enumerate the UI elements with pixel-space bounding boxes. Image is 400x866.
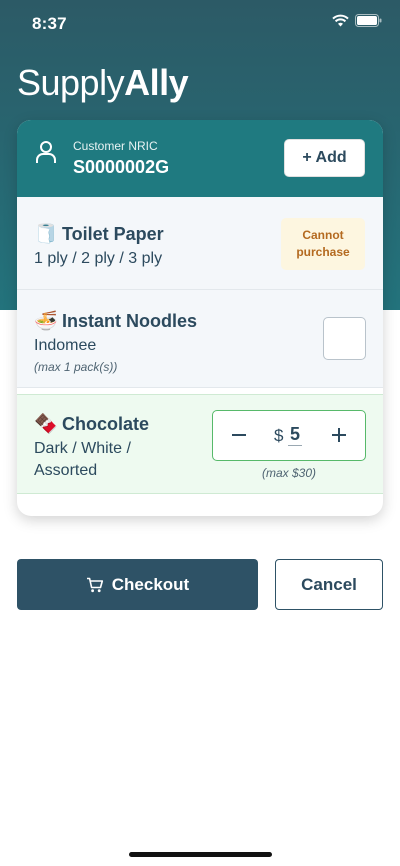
amount-stepper: $ 5 [212, 410, 366, 461]
status-bar: 8:37 [0, 0, 400, 48]
item-description: 1 ply / 2 ply / 3 ply [34, 250, 163, 267]
currency-symbol: $ [274, 426, 284, 445]
toilet-paper-icon: 🧻 [34, 224, 58, 245]
battery-icon [355, 14, 382, 27]
customer-header: Customer NRIC S0000002G + Add [17, 120, 383, 197]
checkout-button[interactable]: Checkout [17, 559, 258, 610]
list-item-chocolate: 🍫 Chocolate Dark / White / Assorted $ 5 … [17, 394, 383, 494]
noodles-icon: 🍜 [34, 311, 58, 332]
item-name-text: Instant Noodles [62, 310, 198, 331]
item-name: 🍫 Chocolate [34, 412, 149, 436]
list-item-instant-noodles: 🍜 Instant Noodles Indomee (max 1 pack(s)… [17, 290, 383, 388]
minus-icon [232, 434, 246, 436]
wifi-icon [332, 14, 349, 27]
checkout-card: Customer NRIC S0000002G + Add 🧻 Toilet P… [17, 120, 383, 516]
item-description-line-1: Dark / White / [34, 440, 131, 457]
add-customer-button[interactable]: + Add [284, 139, 365, 177]
purchase-text: purchase [296, 245, 350, 259]
item-description: Indomee [34, 337, 97, 354]
item-name-text: Chocolate [62, 413, 150, 434]
instant-noodles-checkbox[interactable] [323, 317, 366, 360]
amount-input[interactable]: 5 [288, 424, 303, 446]
status-icons [332, 14, 382, 27]
customer-nric-label: Customer NRIC [73, 139, 158, 153]
logo-bold-text: Ally [124, 62, 189, 103]
chocolate-icon: 🍫 [34, 414, 58, 435]
checkout-label: Checkout [111, 574, 190, 594]
cart-icon [86, 577, 103, 592]
plus-icon [332, 428, 346, 442]
cannot-purchase-badge: Cannot purchase [281, 218, 365, 270]
item-description-line-2: Assorted [34, 462, 98, 479]
customer-nric-value: S0000002G [73, 157, 170, 177]
item-name: 🍜 Instant Noodles [34, 309, 197, 333]
item-description: Dark / White / Assorted [34, 438, 131, 482]
decrement-button[interactable] [223, 419, 255, 451]
item-name-text: Toilet Paper [62, 223, 164, 244]
item-limit: (max 1 pack(s)) [34, 360, 118, 374]
cancel-button[interactable]: Cancel [275, 559, 383, 610]
app-logo: SupplyAlly [17, 62, 189, 104]
list-item-toilet-paper: 🧻 Toilet Paper 1 ply / 2 ply / 3 ply Can… [17, 197, 383, 290]
status-time: 8:37 [32, 14, 67, 33]
item-name: 🧻 Toilet Paper [34, 222, 164, 246]
item-limit: (max $30) [261, 466, 317, 480]
user-icon [36, 141, 56, 163]
home-indicator [129, 852, 272, 857]
increment-button[interactable] [323, 419, 355, 451]
cannot-text: Cannot [302, 228, 344, 242]
logo-light-text: Supply [17, 62, 125, 103]
